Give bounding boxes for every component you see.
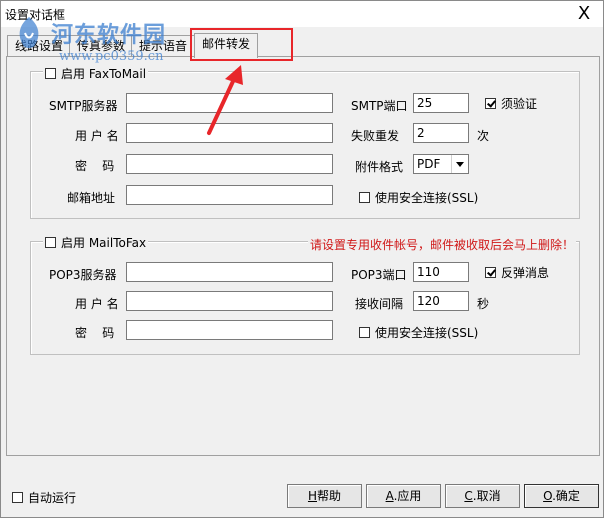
apply-label: .应用 — [393, 489, 422, 503]
fax-to-mail-checkbox[interactable] — [45, 68, 56, 79]
help-hotkey: H — [307, 489, 317, 503]
pop3-username-input[interactable] — [126, 291, 333, 311]
receive-interval-input[interactable]: 120 — [413, 291, 469, 311]
title-bar: 设置对话框 X — [1, 1, 603, 27]
window-title: 设置对话框 — [5, 8, 66, 22]
tab-panel: 启用 FaxToMail SMTP服务器 用 户 名 密 码 邮箱地址 SMTP… — [6, 56, 600, 456]
ok-label: .确定 — [552, 489, 580, 503]
pop3-server-input[interactable] — [126, 262, 333, 282]
popup-message-toggle[interactable]: 反弹消息 — [485, 264, 549, 281]
smtp-port-label: SMTP端口 — [351, 99, 408, 113]
popup-message-label: 反弹消息 — [501, 266, 550, 280]
fax-to-mail-toggle[interactable]: 启用 FaxToMail — [43, 65, 149, 82]
auto-run-label: 自动运行 — [28, 491, 77, 505]
pop3-ssl-label: 使用安全连接(SSL) — [375, 326, 479, 340]
retry-unit: 次 — [477, 129, 490, 143]
popup-message-checkbox[interactable] — [485, 267, 496, 278]
pop3-username-label: 用 户 名 — [75, 297, 119, 311]
smtp-ssl-checkbox[interactable] — [359, 192, 370, 203]
require-auth-label: 须验证 — [501, 97, 538, 111]
tab-fax-params[interactable]: 传真参数 — [69, 35, 133, 56]
cancel-button[interactable]: C.取消 — [445, 484, 520, 508]
tab-mail-forward[interactable]: 邮件转发 — [194, 33, 258, 58]
red-arrow-annotation — [207, 65, 243, 135]
pop3-server-label: POP3服务器 — [49, 268, 117, 282]
smtp-password-input[interactable] — [126, 154, 333, 174]
retry-label: 失败重发 — [351, 129, 400, 143]
retry-input[interactable]: 2 — [413, 123, 469, 143]
smtp-username-label: 用 户 名 — [75, 129, 119, 143]
tab-line-settings[interactable]: 线路设置 — [7, 35, 71, 56]
pop3-ssl-toggle[interactable]: 使用安全连接(SSL) — [359, 324, 478, 341]
apply-hotkey: A — [385, 489, 394, 503]
mail-to-fax-label: 启用 MailToFax — [61, 236, 147, 250]
receive-interval-label: 接收间隔 — [355, 297, 404, 311]
tab-voice-prompts[interactable]: 提示语音 — [131, 35, 195, 56]
pop3-port-input[interactable]: 110 — [413, 262, 469, 282]
smtp-ssl-label: 使用安全连接(SSL) — [375, 191, 479, 205]
cancel-hotkey: C — [464, 489, 473, 503]
receive-interval-unit: 秒 — [477, 297, 490, 311]
mail-to-fax-checkbox[interactable] — [45, 237, 56, 248]
ok-button[interactable]: O.确定 — [524, 484, 599, 508]
settings-dialog: 设置对话框 X 线路设置 传真参数 提示语音 邮件转发 启用 FaxToMail… — [0, 0, 604, 518]
smtp-password-label: 密 码 — [75, 159, 115, 173]
email-address-input[interactable] — [126, 185, 333, 205]
close-icon[interactable]: X — [567, 1, 601, 27]
smtp-ssl-toggle[interactable]: 使用安全连接(SSL) — [359, 189, 478, 206]
ok-hotkey: O — [543, 489, 553, 503]
attachment-format-select[interactable]: PDF — [413, 154, 469, 174]
chevron-down-icon[interactable] — [451, 155, 468, 173]
apply-button[interactable]: A.应用 — [366, 484, 441, 508]
help-button[interactable]: H帮助 — [287, 484, 362, 508]
require-auth-checkbox[interactable] — [485, 98, 496, 109]
smtp-server-label: SMTP服务器 — [49, 99, 118, 113]
attachment-format-label: 附件格式 — [355, 160, 404, 174]
fax-to-mail-label: 启用 FaxToMail — [61, 67, 147, 81]
auto-run-toggle[interactable]: 自动运行 — [12, 489, 76, 506]
attachment-format-value: PDF — [417, 157, 441, 171]
email-address-label: 邮箱地址 — [67, 191, 116, 205]
cancel-label: .取消 — [472, 489, 501, 503]
require-auth-toggle[interactable]: 须验证 — [485, 95, 537, 112]
mailbox-warning: 请设置专用收件帐号，邮件被收取后会马上删除！ — [308, 236, 577, 253]
pop3-password-label: 密 码 — [75, 326, 115, 340]
help-label: 帮助 — [317, 489, 342, 503]
smtp-port-input[interactable]: 25 — [413, 93, 469, 113]
pop3-port-label: POP3端口 — [351, 268, 407, 282]
mail-to-fax-toggle[interactable]: 启用 MailToFax — [43, 234, 149, 251]
pop3-ssl-checkbox[interactable] — [359, 327, 370, 338]
auto-run-checkbox[interactable] — [12, 492, 23, 503]
pop3-password-input[interactable] — [126, 320, 333, 340]
